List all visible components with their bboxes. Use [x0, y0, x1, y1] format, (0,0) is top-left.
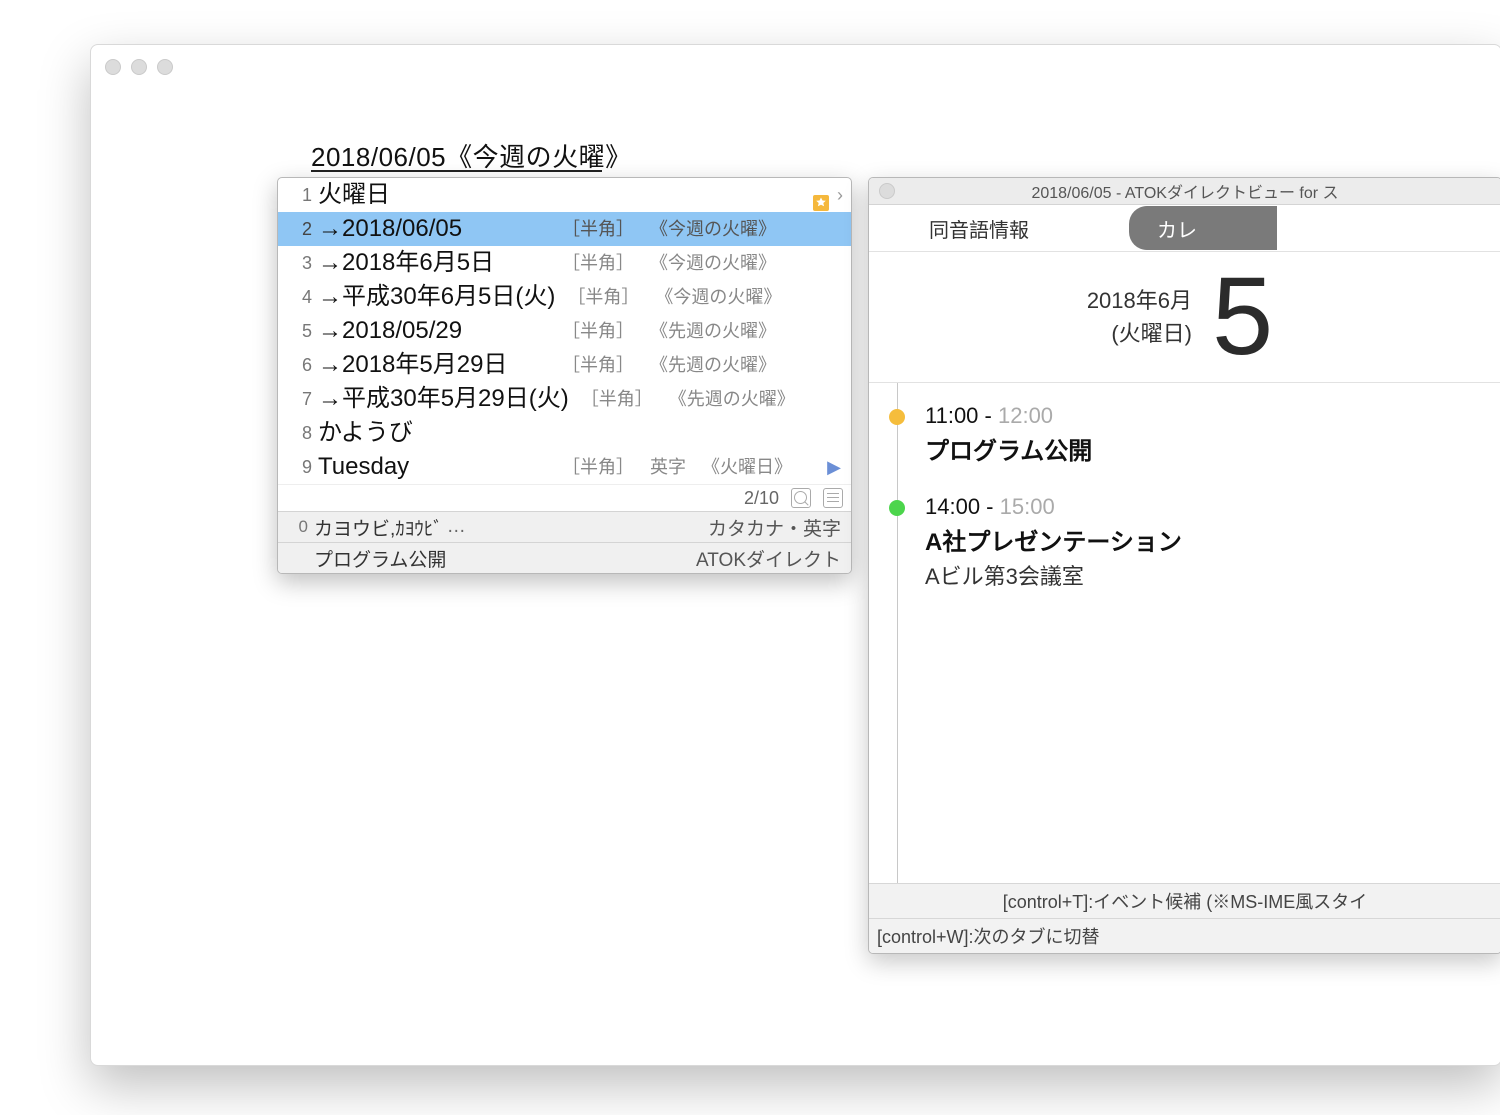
sub-label: カヨウビ,ｶﾖｳﾋﾞ: [314, 514, 443, 541]
list-view-icon[interactable]: [823, 488, 843, 508]
direct-view-tabs: 同音語情報 カレ: [869, 205, 1500, 251]
candidate-row[interactable]: 9Tuesday ［半角］ 英字《火曜日》 ▶: [278, 450, 851, 484]
candidate-status-bar: 2/10: [278, 484, 851, 511]
candidate-row[interactable]: 6→2018年5月29日 ［半角］ 《先週の火曜》: [278, 348, 851, 382]
ime-input-underline: [311, 170, 602, 172]
sub-index: 0: [286, 517, 314, 537]
candidate-text: かようび: [316, 416, 550, 450]
tag-halfwidth: ［半角］: [562, 348, 634, 382]
shortcut-hint-2: [control+W]:次のタブに切替: [869, 919, 1500, 953]
candidate-tags: ［半角］ 《今週の火曜》: [555, 280, 851, 314]
candidate-text: →2018年6月5日: [316, 246, 550, 280]
chevron-right-icon[interactable]: ›: [833, 178, 849, 212]
candidate-index: 2: [278, 212, 316, 246]
direct-view-footer: [control+T]:イベント候補 (※MS-IME風スタイ [control…: [869, 883, 1500, 953]
date-block: 2018年6月 (火曜日) 5: [869, 252, 1500, 382]
candidate-tags: ［半角］ 《先週の火曜》: [550, 348, 851, 382]
tag-note: 《今週の火曜》: [650, 246, 776, 280]
candidate-text: →平成30年5月29日(火): [316, 382, 569, 416]
chevron-right-icon[interactable]: ▶: [827, 450, 851, 484]
candidate-index: 9: [278, 450, 316, 484]
tag-halfwidth: ［半角］: [567, 280, 639, 314]
ellipsis: …: [443, 516, 466, 538]
candidate-row[interactable]: 4→平成30年6月5日(火) ［半角］ 《今週の火曜》: [278, 280, 851, 314]
date-text: 2018年6月 (火曜日): [1087, 284, 1192, 350]
tag-halfwidth: ［半角］: [562, 450, 634, 484]
calendar-event[interactable]: 14:00 - 15:00A社プレゼンテーションAビル第3会議室: [869, 484, 1500, 609]
event-location: Aビル第3会議室: [925, 557, 1491, 591]
traffic-lights: [105, 59, 173, 75]
candidate-row[interactable]: 5→2018/05/29 ［半角］ 《先週の火曜》: [278, 314, 851, 348]
event-title: A社プレゼンテーション: [925, 520, 1491, 557]
candidate-tags: ［半角］ 《先週の火曜》: [550, 314, 851, 348]
candidate-tags: ［半角］ 《今週の火曜》: [550, 246, 851, 280]
minimize-icon[interactable]: [131, 59, 147, 75]
candidate-text: Tuesday: [316, 450, 550, 484]
candidate-panel: 1火曜日›2→2018/06/05［半角］《今週の火曜》3→2018年6月5日［…: [277, 177, 852, 574]
event-dot-icon: [889, 500, 905, 516]
candidate-row[interactable]: 3→2018年6月5日 ［半角］ 《今週の火曜》: [278, 246, 851, 280]
candidate-index: 3: [278, 246, 316, 280]
direct-view-panel: 2018/06/05 - ATOKダイレクトビュー for ス 同音語情報 カレ…: [868, 177, 1500, 954]
close-icon[interactable]: [105, 59, 121, 75]
date-line-1: 2018年6月: [1087, 284, 1192, 317]
zoom-in-icon[interactable]: [791, 488, 811, 508]
tag-alpha: 英字: [650, 450, 686, 484]
candidate-count: 2/10: [744, 488, 779, 509]
sub-category: ATOKダイレクト: [696, 545, 841, 572]
candidate-index: 1: [278, 178, 316, 212]
candidate-row[interactable]: 1火曜日 ›: [278, 178, 851, 212]
candidate-index: 5: [278, 314, 316, 348]
sub-candidate-row[interactable]: プログラム公開 ATOKダイレクト: [278, 542, 851, 573]
star-icon: [813, 187, 829, 203]
sub-candidate-row[interactable]: 0カヨウビ,ｶﾖｳﾋﾞ… カタカナ・英字: [278, 511, 851, 542]
tag-note: 《先週の火曜》: [650, 348, 776, 382]
tag-note: 《先週の火曜》: [669, 382, 795, 416]
tag-halfwidth: ［半角］: [562, 246, 634, 280]
event-time: 14:00 - 15:00: [925, 494, 1491, 520]
candidate-index: 4: [278, 280, 316, 314]
sub-label: プログラム公開: [314, 545, 446, 572]
shortcut-hint-1: [control+T]:イベント候補 (※MS-IME風スタイ: [869, 884, 1500, 919]
candidate-tags: ［半角］ 《今週の火曜》: [550, 212, 851, 246]
direct-view-title: 2018/06/05 - ATOKダイレクトビュー for ス: [869, 179, 1500, 203]
direct-view-close-icon[interactable]: [879, 183, 895, 199]
tag-halfwidth: ［半角］: [562, 314, 634, 348]
candidate-row[interactable]: 2→2018/06/05 ［半角］ 《今週の火曜》: [278, 212, 851, 246]
candidate-text: →2018/05/29: [316, 314, 550, 348]
candidate-text: 火曜日: [316, 178, 550, 212]
tag-note: 《先週の火曜》: [650, 314, 776, 348]
tab-calendar[interactable]: カレ: [1129, 206, 1277, 250]
direct-view-titlebar: 2018/06/05 - ATOKダイレクトビュー for ス: [869, 178, 1500, 205]
tag-note: 《今週の火曜》: [655, 280, 781, 314]
calendar-event[interactable]: 11:00 - 12:00プログラム公開: [869, 393, 1500, 484]
event-dot-icon: [889, 409, 905, 425]
candidate-text: →平成30年6月5日(火): [316, 280, 555, 314]
candidate-text: →2018/06/05: [316, 212, 550, 246]
tag-halfwidth: ［半角］: [581, 382, 653, 416]
candidate-index: 7: [278, 382, 316, 416]
tab-homophone-info[interactable]: 同音語情報: [929, 214, 1029, 243]
event-title: プログラム公開: [925, 429, 1491, 466]
sub-category: カタカナ・英字: [708, 514, 841, 541]
candidate-tags: ［半角］ 《先週の火曜》: [569, 382, 851, 416]
tag-note: 《火曜日》: [702, 450, 792, 484]
events-timeline: 11:00 - 12:00プログラム公開14:00 - 15:00A社プレゼンテ…: [869, 383, 1500, 883]
candidate-row[interactable]: 7→平成30年5月29日(火) ［半角］ 《先週の火曜》: [278, 382, 851, 416]
candidate-row[interactable]: 8かようび: [278, 416, 851, 450]
candidate-text: →2018年5月29日: [316, 348, 550, 382]
candidate-index: 6: [278, 348, 316, 382]
date-day-numeral: 5: [1212, 262, 1283, 372]
candidate-index: 8: [278, 416, 316, 450]
tag-halfwidth: ［半角］: [562, 212, 634, 246]
tag-note: 《今週の火曜》: [650, 212, 776, 246]
zoom-icon[interactable]: [157, 59, 173, 75]
event-time: 11:00 - 12:00: [925, 403, 1491, 429]
candidate-tags: ［半角］ 英字《火曜日》: [550, 450, 827, 484]
date-line-2: (火曜日): [1087, 317, 1192, 350]
